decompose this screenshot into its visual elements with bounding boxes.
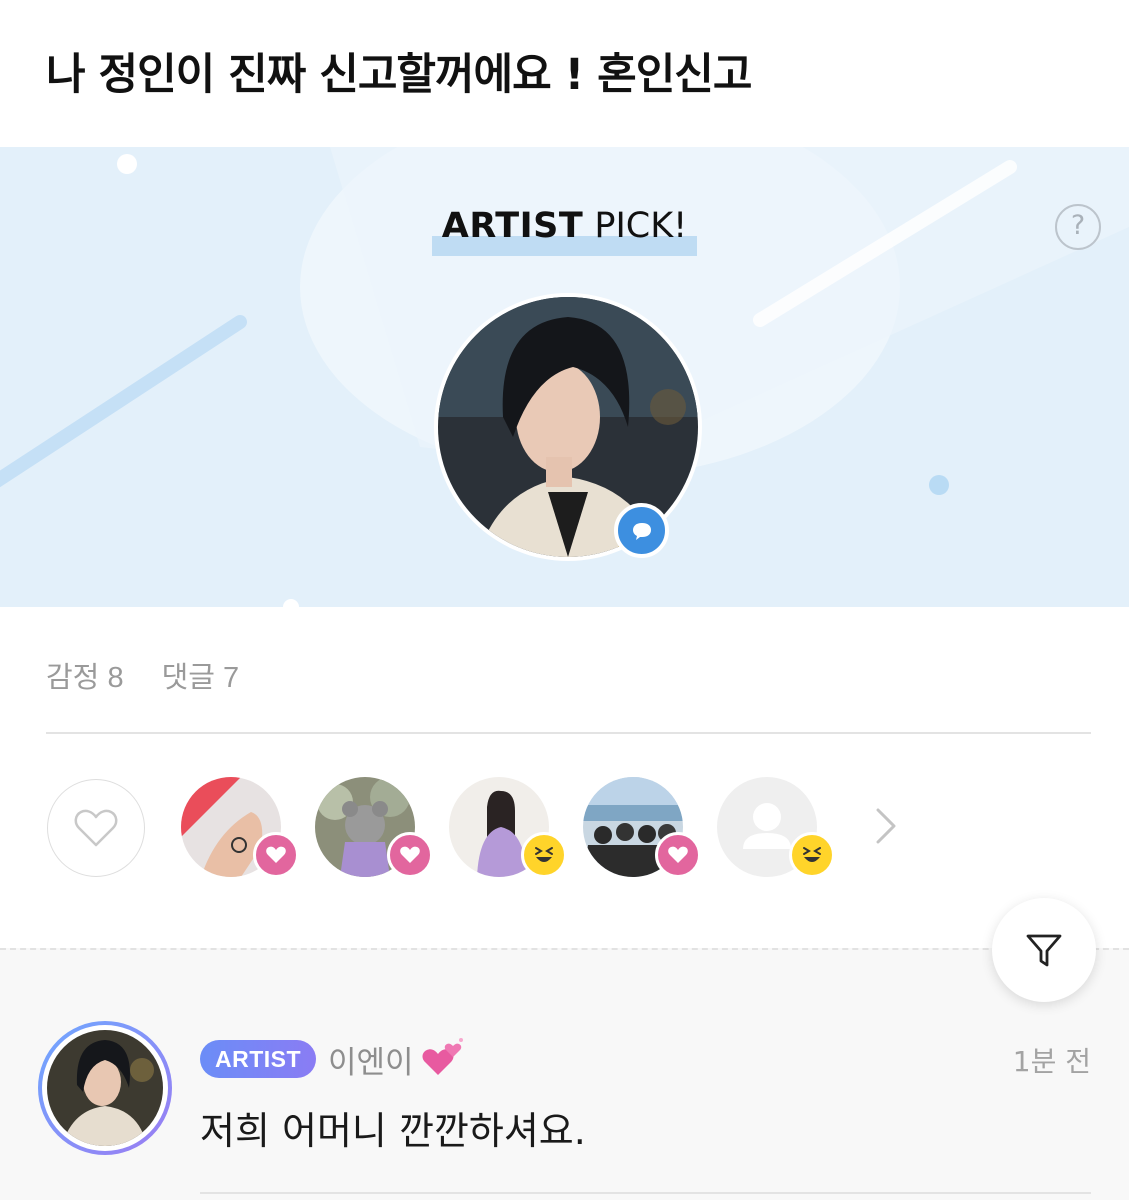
heart-reaction-badge	[253, 832, 299, 878]
emotion-label[interactable]: 감정	[46, 662, 99, 694]
artist-photo	[47, 1030, 163, 1146]
reactor-avatar[interactable]	[449, 777, 567, 878]
heart-outline-icon	[74, 809, 118, 847]
chevron-right-icon[interactable]	[874, 806, 898, 846]
laugh-reaction-badge	[789, 832, 835, 878]
filter-button[interactable]	[992, 898, 1096, 1002]
post-title: 나 정인이 진짜 신고할꺼에요 ! 혼인신고	[46, 50, 752, 100]
heart-reaction-badge	[655, 832, 701, 878]
commenter-name[interactable]: 이엔이	[328, 1037, 414, 1082]
commenter-avatar[interactable]	[38, 1021, 172, 1155]
comment-timestamp: 1분 전	[1012, 1045, 1091, 1078]
reactor-avatar[interactable]	[315, 777, 433, 878]
reactor-avatar[interactable]	[181, 777, 299, 878]
artist-pick-heading: ARTIST PICK!	[0, 206, 1129, 256]
reactor-avatar[interactable]	[717, 777, 835, 878]
reactor-avatar[interactable]	[583, 777, 701, 878]
artist-badge: ARTIST	[200, 1040, 316, 1078]
like-button[interactable]	[47, 779, 145, 877]
artist-pick-heading-rest: PICK!	[583, 206, 688, 246]
chat-bubble-icon	[614, 503, 669, 558]
comment-label[interactable]: 댓글	[162, 662, 215, 694]
emotion-count[interactable]: 8	[107, 662, 123, 694]
comment-count[interactable]: 7	[223, 662, 239, 694]
question-circle-icon[interactable]: ?	[1055, 204, 1101, 250]
artist-pick-heading-bold: ARTIST	[441, 206, 584, 246]
laugh-reaction-badge	[521, 832, 567, 878]
comment-text: 저희 어머니 깐깐하셔요.	[200, 1109, 586, 1153]
filter-icon	[1026, 934, 1062, 967]
post-stats: 감정 8 댓글 7	[46, 654, 239, 696]
divider	[200, 1192, 1091, 1194]
sparkling-hearts-icon	[422, 1038, 463, 1075]
heart-reaction-badge	[387, 832, 433, 878]
divider	[46, 732, 1091, 734]
